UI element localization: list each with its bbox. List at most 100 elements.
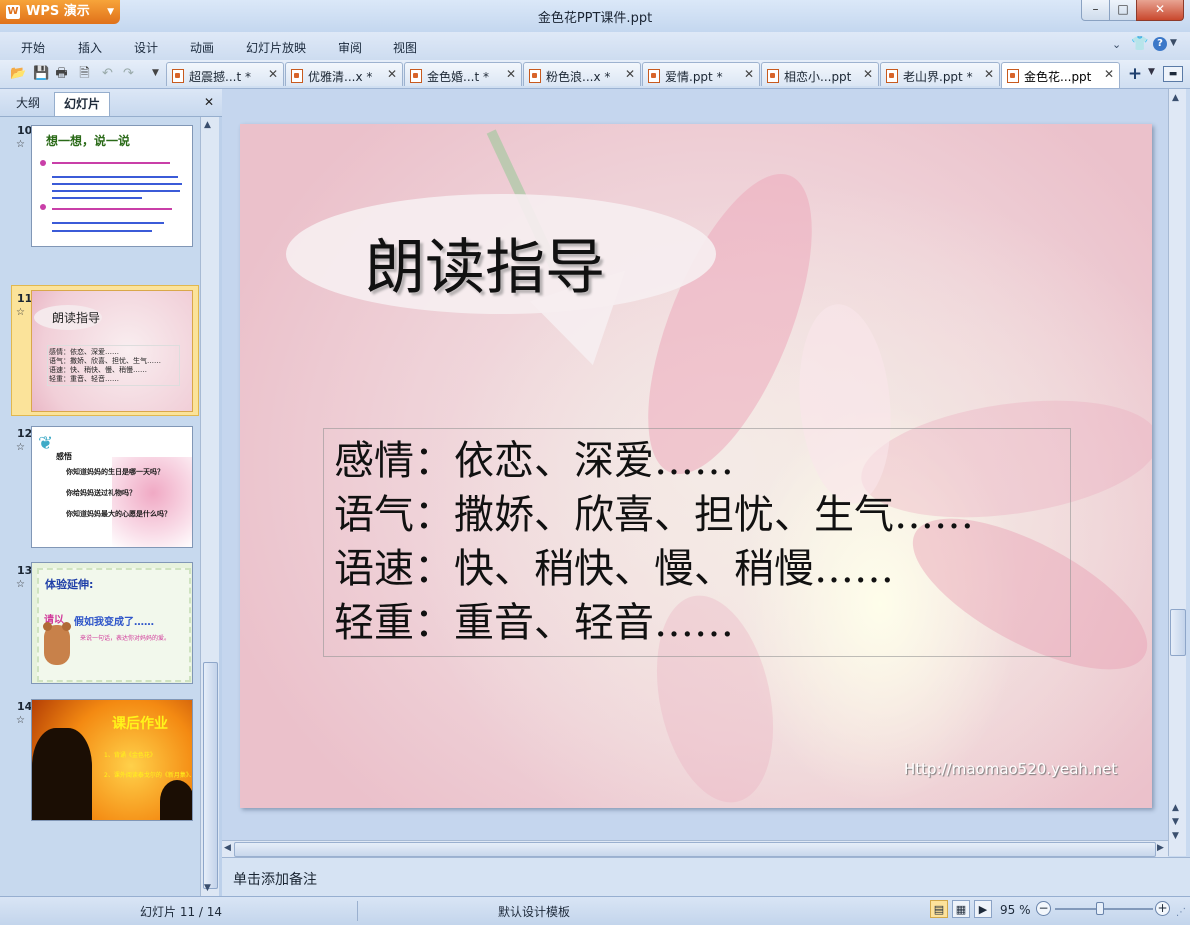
slide-thumbnail-13[interactable]: 体验延伸: 请以 假如我变成了…… 来说一句话，表达你对妈妈的爱。: [31, 562, 193, 684]
menu-start[interactable]: 开始: [21, 39, 45, 56]
slides-panel: 大纲 幻灯片 ✕ 10 ☆ 想一想，说一说 11 ☆ 朗读指导 感情：依恋、深爱…: [0, 89, 222, 896]
collapse-ribbon-icon[interactable]: ⌄: [1112, 38, 1121, 51]
ppt-file-icon: [529, 69, 541, 83]
title-bar: W WPS 演示 ▼ 金色花PPT课件.ppt – □ ✕: [0, 0, 1190, 32]
menu-review[interactable]: 审阅: [338, 39, 362, 56]
menu-animation[interactable]: 动画: [190, 39, 214, 56]
animation-star-icon: ☆: [16, 579, 25, 590]
window-title: 金色花PPT课件.ppt: [537, 11, 653, 26]
content-line-stress: 轻重：重音、轻音……: [334, 600, 734, 646]
close-tab-icon[interactable]: ✕: [1104, 67, 1114, 81]
tab-slides[interactable]: 幻灯片: [54, 92, 111, 116]
resize-grip-icon[interactable]: ⋰: [1176, 907, 1186, 918]
document-tab[interactable]: 爱情.ppt * ✕: [642, 62, 760, 86]
tab-list-icon[interactable]: ▬: [1163, 66, 1183, 82]
chevron-down-icon[interactable]: ▼: [1148, 67, 1155, 77]
slide-vertical-scrollbar[interactable]: ▲ ▲ ▼ ▼: [1168, 89, 1186, 856]
design-template-name[interactable]: 默认设计模板: [498, 903, 570, 920]
menu-view[interactable]: 视图: [393, 39, 417, 56]
slideshow-icon[interactable]: ▶: [974, 900, 992, 918]
maximize-button[interactable]: □: [1109, 0, 1137, 21]
scroll-left-icon[interactable]: ◀: [224, 843, 231, 853]
text-line: [52, 190, 180, 192]
document-tab[interactable]: 粉色浪...x * ✕: [523, 62, 641, 86]
scroll-up-icon[interactable]: ▲: [1172, 93, 1179, 103]
scroll-up-icon[interactable]: ▲: [204, 120, 211, 130]
close-tab-icon[interactable]: ✕: [625, 67, 635, 81]
close-tab-icon[interactable]: ✕: [506, 67, 516, 81]
scroll-thumb[interactable]: [203, 662, 218, 889]
zoom-slider-track[interactable]: [1055, 908, 1153, 910]
current-slide[interactable]: 朗读指导 感情：依恋、深爱…… 语气：撒娇、欣喜、担忧、生气…… 语速：快、稍快…: [240, 124, 1152, 808]
chevron-down-icon[interactable]: ▼: [1170, 38, 1177, 48]
thumbnail-scrollbar[interactable]: ▲ ▼: [200, 117, 219, 896]
slide-thumbnail-12[interactable]: ❦ 感悟 你知道妈妈的生日是哪一天吗？ 你给妈妈送过礼物吗？ 你知道妈妈最大的心…: [31, 426, 193, 548]
slide-thumbnail-14[interactable]: 课后作业 1、背诵《金色花》 2、课外阅读泰戈尔的《新月集》、《飞鸟集》: [31, 699, 193, 821]
document-tab-active[interactable]: 金色花...ppt ✕: [1001, 62, 1120, 88]
customize-toolbar-icon[interactable]: ▼: [148, 66, 163, 81]
silhouette-image: [32, 728, 92, 820]
thumb-title: 课后作业: [112, 716, 168, 732]
document-tab[interactable]: 超震撼...t * ✕: [166, 62, 284, 86]
previous-slide-icon[interactable]: ▲: [1172, 803, 1179, 813]
scroll-thumb[interactable]: [1170, 609, 1186, 656]
zoom-slider-thumb[interactable]: [1096, 902, 1104, 915]
undo-icon[interactable]: ↶: [100, 66, 115, 81]
slide-horizontal-scrollbar[interactable]: ◀ ▶: [222, 840, 1168, 857]
help-icon[interactable]: ?: [1153, 37, 1167, 51]
close-tab-icon[interactable]: ✕: [744, 67, 754, 81]
ppt-file-icon: [1007, 69, 1019, 83]
slide-thumbnail-10[interactable]: 想一想，说一说: [31, 125, 193, 247]
menu-insert[interactable]: 插入: [78, 39, 102, 56]
new-tab-icon[interactable]: +: [1124, 64, 1146, 84]
redo-icon[interactable]: ↷: [121, 66, 136, 81]
slide-title[interactable]: 朗读指导: [365, 219, 605, 306]
tab-label: 金色花...ppt: [1024, 70, 1092, 84]
watermark-url: Http://maomao520.yeah.net: [904, 760, 1118, 778]
butterfly-icon: ❦: [38, 433, 54, 454]
document-tab[interactable]: 金色婚...t * ✕: [404, 62, 522, 86]
tab-outline[interactable]: 大纲: [7, 92, 49, 116]
slide-thumbnail-11[interactable]: 朗读指导 感情：依恋、深爱…… 语气：撒娇、欣喜、担忧、生气…… 语速：快、稍快…: [31, 290, 193, 412]
zoom-level[interactable]: 95 %: [1000, 903, 1031, 917]
close-tab-icon[interactable]: ✕: [387, 67, 397, 81]
ppt-file-icon: [886, 69, 898, 83]
save-icon[interactable]: 💾: [33, 66, 49, 81]
normal-view-icon[interactable]: ▤: [930, 900, 948, 918]
text-line: [52, 162, 170, 164]
minimize-button[interactable]: –: [1081, 0, 1110, 21]
close-tab-icon[interactable]: ✕: [268, 67, 278, 81]
document-tab[interactable]: 优雅清...x * ✕: [285, 62, 403, 86]
content-line-emotion: 感情：依恋、深爱……: [334, 438, 734, 484]
text-line: [52, 230, 152, 232]
scroll-thumb[interactable]: [234, 842, 1156, 857]
zoom-in-icon[interactable]: +: [1155, 901, 1170, 916]
notes-placeholder[interactable]: 单击添加备注: [233, 869, 317, 889]
tab-label: 粉色浪...x *: [546, 70, 611, 84]
scroll-down-icon[interactable]: ▼: [1172, 817, 1179, 827]
next-slide-icon[interactable]: ▼: [1172, 831, 1179, 841]
document-tab[interactable]: 相恋小...ppt ✕: [761, 62, 879, 86]
close-tab-icon[interactable]: ✕: [984, 67, 994, 81]
document-tab[interactable]: 老山界.ppt * ✕: [880, 62, 1000, 86]
print-icon[interactable]: 🖶: [54, 66, 69, 81]
skin-icon[interactable]: 👕: [1131, 36, 1148, 52]
menu-slideshow[interactable]: 幻灯片放映: [246, 39, 306, 56]
scroll-down-icon[interactable]: ▼: [204, 883, 211, 893]
status-bar: 幻灯片 11 / 14 默认设计模板 ▤ ▦ ▶ 95 % − + ⋰: [0, 896, 1190, 925]
thumb-line: 你知道妈妈的生日是哪一天吗？: [66, 468, 164, 476]
close-tab-icon[interactable]: ✕: [863, 67, 873, 81]
print-preview-icon[interactable]: 🗎: [77, 66, 92, 81]
content-text-box[interactable]: 感情：依恋、深爱…… 语气：撒娇、欣喜、担忧、生气…… 语速：快、稍快、慢、稍慢…: [323, 428, 1071, 657]
thumb-title: 感悟: [56, 452, 72, 461]
scroll-right-icon[interactable]: ▶: [1157, 843, 1164, 853]
open-folder-icon[interactable]: 📂: [10, 66, 26, 81]
close-panel-icon[interactable]: ✕: [204, 95, 214, 109]
close-window-button[interactable]: ✕: [1136, 0, 1184, 21]
slide-sorter-icon[interactable]: ▦: [952, 900, 970, 918]
menu-design[interactable]: 设计: [134, 39, 158, 56]
notes-pane[interactable]: 单击添加备注: [222, 857, 1190, 897]
animation-star-icon: ☆: [16, 307, 25, 318]
zoom-out-icon[interactable]: −: [1036, 901, 1051, 916]
bullet-icon: [40, 204, 46, 210]
